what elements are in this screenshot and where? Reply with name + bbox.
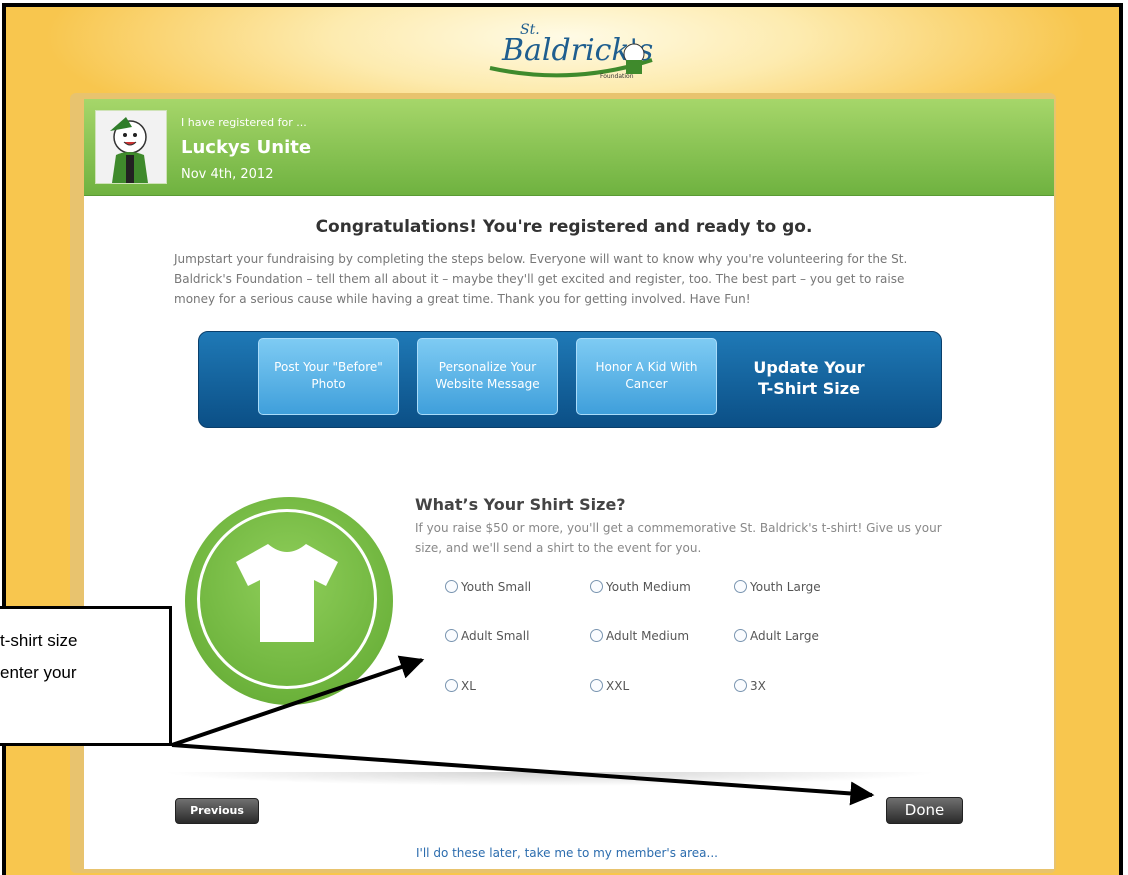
registered-label: I have registered for ... — [181, 116, 307, 129]
radio-button[interactable] — [445, 629, 458, 642]
svg-text:Foundation: Foundation — [600, 73, 634, 80]
option-3x[interactable]: 3X — [734, 679, 766, 693]
option-adult-medium[interactable]: Adult Medium — [590, 629, 689, 643]
intro-text: Jumpstart your fundraising by completing… — [174, 252, 908, 306]
radio-button[interactable] — [590, 629, 603, 642]
event-date: Nov 4th, 2012 — [181, 167, 274, 182]
st-baldricks-logo: Baldrick's St. Foundation — [489, 22, 653, 80]
member-area-link[interactable]: I'll do these later, take me to my membe… — [416, 846, 718, 860]
radio-button[interactable] — [734, 580, 747, 593]
step-before-photo[interactable]: Post Your "Before" Photo — [258, 338, 399, 415]
radio-button[interactable] — [734, 629, 747, 642]
page-title: Congratulations! You're registered and r… — [315, 217, 813, 237]
radio-button[interactable] — [590, 580, 603, 593]
radio-button[interactable] — [590, 679, 603, 692]
annotation-line2: enter your — [0, 663, 77, 682]
active-step-line1: Update Your — [753, 358, 865, 377]
option-youth-medium[interactable]: Youth Medium — [590, 580, 691, 594]
divider — [160, 772, 940, 786]
option-youth-large[interactable]: Youth Large — [734, 580, 821, 594]
shirt-size-description: If you raise $50 or more, you'll get a c… — [415, 521, 942, 555]
mascot-icon — [110, 117, 148, 183]
content-panel — [84, 99, 1054, 869]
done-button[interactable]: Done — [886, 797, 963, 824]
annotation-text: t-shirt size enter your — [0, 625, 170, 689]
step-tshirt-size-active: Update Your T-Shirt Size — [724, 357, 894, 399]
option-adult-large[interactable]: Adult Large — [734, 629, 819, 643]
option-xl[interactable]: XL — [445, 679, 476, 693]
tshirt-icon — [236, 544, 338, 642]
option-adult-small[interactable]: Adult Small — [445, 629, 529, 643]
step-website-message[interactable]: Personalize Your Website Message — [417, 338, 558, 415]
shirt-size-heading: What’s Your Shirt Size? — [415, 495, 626, 514]
option-youth-small[interactable]: Youth Small — [445, 580, 531, 594]
annotation-line1: t-shirt size — [0, 631, 78, 650]
radio-button[interactable] — [445, 580, 458, 593]
event-title: Luckys Unite — [181, 137, 312, 158]
previous-button[interactable]: Previous — [175, 798, 259, 824]
radio-button[interactable] — [734, 679, 747, 692]
step-honor-kid[interactable]: Honor A Kid With Cancer — [576, 338, 717, 415]
active-step-line2: T-Shirt Size — [758, 379, 860, 398]
svg-text:St.: St. — [520, 22, 540, 38]
radio-button[interactable] — [445, 679, 458, 692]
option-xxl[interactable]: XXL — [590, 679, 629, 693]
avatar — [95, 110, 167, 184]
